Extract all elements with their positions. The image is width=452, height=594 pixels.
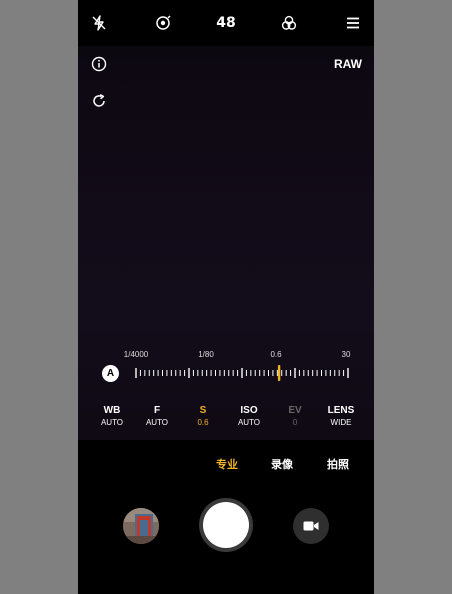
raw-toggle[interactable]: RAW	[334, 57, 362, 71]
camera-app: 48 RAW 1/4000 1/80 0.6 30 A WB AUTO F AU…	[78, 0, 374, 594]
mode-selector: 专业 录像 拍照	[78, 456, 374, 472]
param-value: AUTO	[145, 418, 169, 427]
megapixel-label: 48	[216, 15, 236, 31]
menu-icon[interactable]	[342, 12, 364, 34]
param-iso[interactable]: ISO AUTO	[227, 404, 271, 428]
auto-button[interactable]: A	[102, 365, 119, 382]
param-lens[interactable]: LENS WIDE	[319, 404, 363, 428]
param-name: LENS	[327, 405, 355, 416]
scale-label: 1/4000	[123, 350, 149, 359]
scale-label: 30	[341, 350, 351, 359]
mode-pro[interactable]: 专业	[216, 456, 238, 472]
shutter-button-inner	[203, 502, 249, 548]
param-s[interactable]: S 0.6	[181, 404, 225, 428]
reset-icon[interactable]	[89, 91, 109, 111]
switch-to-video-button[interactable]	[293, 508, 329, 544]
param-value: AUTO	[237, 418, 261, 427]
shutter-speed-slider[interactable]	[134, 364, 350, 382]
mode-photo[interactable]: 拍照	[327, 456, 349, 472]
param-name: EV	[288, 405, 302, 416]
param-value: 0	[292, 418, 298, 427]
param-value: WIDE	[330, 418, 352, 427]
param-wb[interactable]: WB AUTO	[90, 404, 134, 428]
gallery-preview-image	[123, 508, 159, 544]
filter-icon[interactable]	[278, 12, 300, 34]
scale-label: 1/80	[198, 350, 214, 359]
param-name: ISO	[240, 405, 258, 416]
param-value: AUTO	[100, 418, 124, 427]
gallery-thumbnail[interactable]	[123, 508, 159, 544]
scale-label: 0.6	[270, 350, 282, 359]
shutter-button[interactable]	[199, 498, 253, 552]
param-value: 0.6	[197, 418, 209, 427]
param-name: F	[153, 405, 161, 416]
top-bar: 48	[78, 0, 374, 46]
info-icon[interactable]	[89, 54, 109, 74]
mode-video[interactable]: 录像	[271, 456, 293, 472]
pro-params: WB AUTO F AUTO S 0.6 ISO AUTO EV 0 LENS …	[78, 404, 374, 432]
param-name: S	[199, 405, 207, 416]
param-name: WB	[103, 405, 121, 416]
param-f[interactable]: F AUTO	[135, 404, 179, 428]
video-camera-icon	[303, 521, 319, 531]
live-lens-icon[interactable]	[152, 12, 174, 34]
param-ev[interactable]: EV 0	[273, 404, 317, 428]
flash-off-icon[interactable]	[88, 12, 110, 34]
megapixel-toggle[interactable]: 48	[215, 12, 237, 34]
slider-indicator[interactable]	[277, 365, 281, 381]
